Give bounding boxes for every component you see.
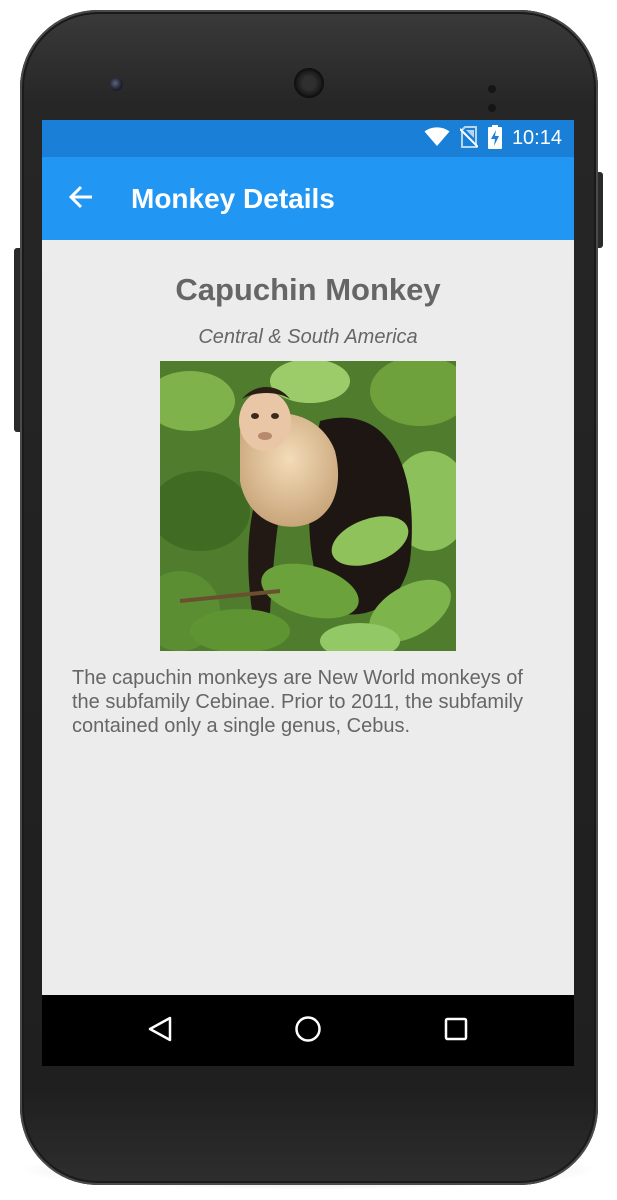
arrow-left-icon xyxy=(68,184,94,214)
monkey-details: The capuchin monkeys are New World monke… xyxy=(72,667,523,737)
wifi-icon xyxy=(424,126,450,151)
nav-recents-button[interactable] xyxy=(437,1012,475,1050)
nav-back-button[interactable] xyxy=(141,1012,179,1050)
toolbar-title: Monkey Details xyxy=(131,183,335,214)
monkey-photo xyxy=(160,361,456,651)
back-button[interactable] xyxy=(60,178,102,220)
earpiece-speaker-icon xyxy=(294,68,324,98)
monkey-location: Central & South America xyxy=(198,326,418,348)
toolbar: Monkey Details xyxy=(42,157,574,240)
back-triangle-icon xyxy=(147,1015,173,1047)
status-time: 10:14 xyxy=(511,127,562,149)
recents-square-icon xyxy=(443,1016,469,1046)
status-bar: 10:14 xyxy=(42,120,574,157)
navigation-bar xyxy=(42,995,574,1066)
home-circle-icon xyxy=(294,1015,322,1047)
battery-charging-icon xyxy=(487,124,502,153)
screen: 10:14 Monkey Details Capuchin Monkey Cen… xyxy=(42,120,574,1066)
page: 10:14 Monkey Details Capuchin Monkey Cen… xyxy=(0,0,617,1200)
nav-home-button[interactable] xyxy=(289,1012,327,1050)
no-sim-icon xyxy=(459,125,479,152)
monkey-name: Capuchin Monkey xyxy=(175,272,441,307)
front-camera-icon xyxy=(110,78,123,91)
sensor-dots xyxy=(488,78,518,112)
status-icons: 10:14 xyxy=(424,120,562,157)
